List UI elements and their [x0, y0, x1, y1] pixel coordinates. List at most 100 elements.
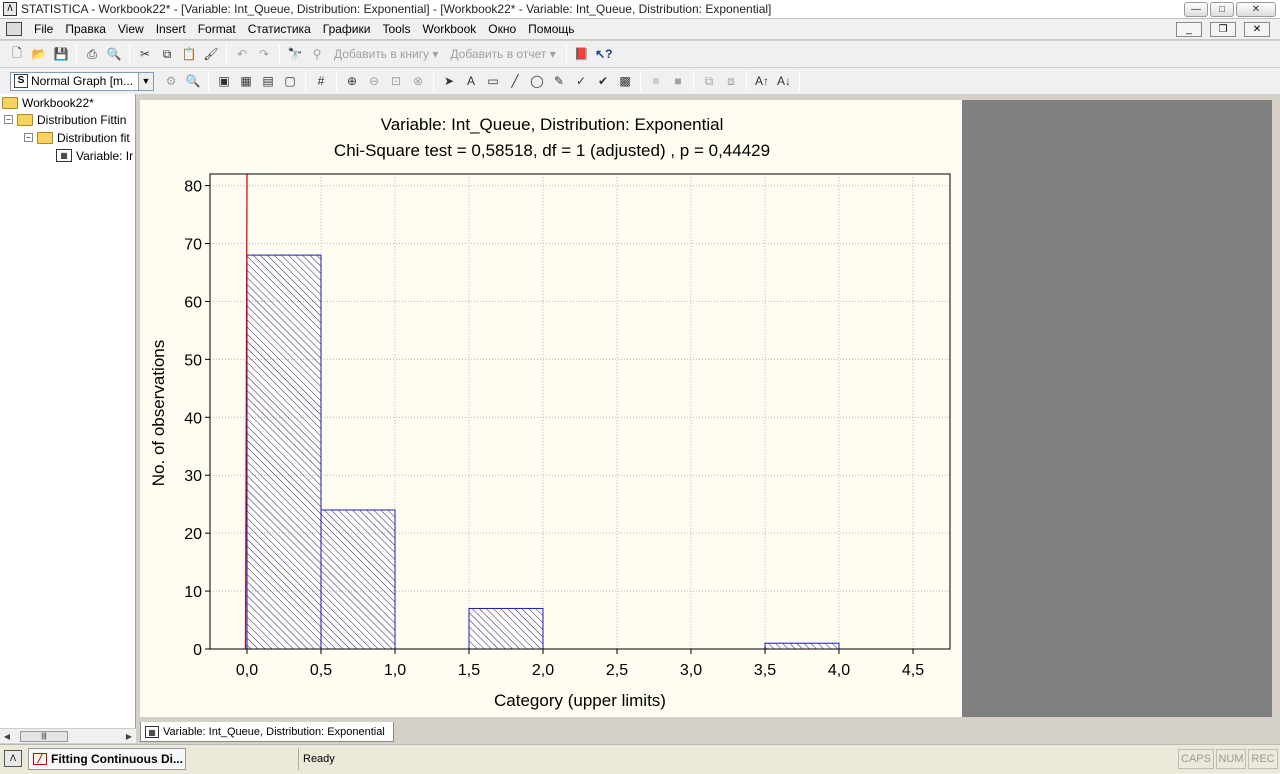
open-folder-icon[interactable]: 📂	[30, 45, 48, 63]
menu-workbook[interactable]: Workbook	[416, 19, 482, 39]
font-smaller-icon[interactable]: A↓	[775, 72, 793, 90]
line-style-icon[interactable]: ≡	[647, 72, 665, 90]
menu-format[interactable]: Format	[192, 19, 242, 39]
book-icon[interactable]: 📕	[573, 45, 591, 63]
tree-root[interactable]: Workbook22*	[2, 94, 94, 111]
y-tick-label: 50	[184, 352, 202, 369]
tree-item-label: Distribution fit	[57, 130, 130, 145]
grid-icon[interactable]: #	[312, 72, 330, 90]
maximize-button[interactable]: □	[1210, 1, 1234, 17]
add-to-workbook-button[interactable]: Добавить в книгу ▾	[334, 47, 438, 61]
document-icon[interactable]	[6, 22, 22, 36]
pointer-icon[interactable]: ➤	[440, 72, 458, 90]
menu-edit[interactable]: Правка	[59, 19, 112, 39]
menu-view[interactable]: View	[112, 19, 150, 39]
tree-item-distribution-fitting[interactable]: − Distribution Fittin	[4, 111, 126, 128]
tree-horizontal-scrollbar[interactable]: ◀ ||| ▶	[0, 728, 136, 743]
collapse-icon[interactable]: −	[24, 133, 33, 142]
scroll-thumb[interactable]: |||	[20, 730, 68, 742]
add-to-report-button[interactable]: Добавить в отчет ▾	[450, 47, 555, 61]
histogram-bar	[764, 642, 840, 650]
paste-icon[interactable]: 📋	[180, 45, 198, 63]
close-button[interactable]: ✕	[1236, 1, 1276, 17]
point-marker-icon[interactable]: ✓	[572, 72, 590, 90]
tree-item-distribution-fit[interactable]: − Distribution fit	[24, 129, 130, 146]
save-icon[interactable]: 💾	[52, 45, 70, 63]
check-tool-icon[interactable]: ✔	[594, 72, 612, 90]
menu-statistics[interactable]: Статистика	[242, 19, 317, 39]
undo-icon[interactable]: ↶	[233, 45, 251, 63]
rec-indicator: REC	[1248, 749, 1278, 769]
menu-help[interactable]: Помощь	[522, 19, 580, 39]
fill-style-icon[interactable]: ■	[669, 72, 687, 90]
copy-icon[interactable]: ⧉	[158, 45, 176, 63]
chart-subtitle: Chi-Square test = 0,58518, df = 1 (adjus…	[334, 141, 770, 160]
graph-toolbar: S Normal Graph [m... ▼ ⚙ 🔍 ▣ ▦ ▤ ▢ # ⊕ ⊖…	[0, 68, 1280, 95]
find-replace-icon[interactable]: ⚲	[308, 45, 326, 63]
tab-variable-int-queue[interactable]: ▦ Variable: Int_Queue, Distribution: Exp…	[140, 722, 394, 742]
brush-tool-icon[interactable]: ✎	[550, 72, 568, 90]
pan-icon[interactable]: ⊗	[409, 72, 427, 90]
zoom-in-icon[interactable]: ⊕	[343, 72, 361, 90]
menu-insert[interactable]: Insert	[150, 19, 192, 39]
print-icon[interactable]: ⎙	[83, 45, 101, 63]
menu-tools[interactable]: Tools	[376, 19, 416, 39]
text-tool-icon[interactable]: A	[462, 72, 480, 90]
x-axis-label: Category (upper limits)	[494, 691, 666, 710]
y-axis-label: No. of observations	[149, 340, 168, 486]
tree-item-variable[interactable]: ▦ Variable: Ir	[56, 147, 133, 164]
collapse-icon[interactable]: −	[4, 115, 13, 124]
zoom-tool-icon[interactable]: 🔍	[184, 72, 202, 90]
graph-tool-icon[interactable]: ⚙	[162, 72, 180, 90]
mdi-minimize-button[interactable]: _	[1176, 21, 1202, 37]
task-button-fitting[interactable]: ╱ Fitting Continuous Di...	[28, 748, 186, 770]
chevron-down-icon[interactable]: ▼	[138, 72, 153, 90]
title-bar: Λ STATISTICA - Workbook22* - [Variable: …	[0, 0, 1280, 19]
y-tick-label: 30	[184, 468, 202, 485]
scroll-left-icon[interactable]: ◀	[0, 732, 14, 741]
chart-line-icon: ╱	[33, 753, 47, 765]
cut-icon[interactable]: ✂	[136, 45, 154, 63]
workbook-tree: Workbook22* − Distribution Fittin − Dist…	[0, 94, 136, 728]
font-larger-icon[interactable]: A↑	[753, 72, 771, 90]
x-tick-label: 2,0	[532, 662, 554, 679]
context-help-icon[interactable]: ↖?	[595, 45, 613, 63]
graph-layout-icon[interactable]: ▤	[259, 72, 277, 90]
workspace-background	[962, 100, 1272, 717]
graph-type-icon: S	[14, 74, 28, 88]
find-icon[interactable]: 🔭	[286, 45, 304, 63]
redo-icon[interactable]: ↷	[255, 45, 273, 63]
draw-ellipse-icon[interactable]: ◯	[528, 72, 546, 90]
graph-window-icon[interactable]: ▢	[281, 72, 299, 90]
draw-rectangle-icon[interactable]: ▭	[484, 72, 502, 90]
window-title: STATISTICA - Workbook22* - [Variable: In…	[21, 2, 772, 16]
menu-window[interactable]: Окно	[482, 19, 522, 39]
graph-properties-icon[interactable]: ▣	[215, 72, 233, 90]
x-tick-label: 1,5	[458, 662, 480, 679]
mdi-restore-button[interactable]: ❐	[1210, 21, 1236, 37]
x-tick-label: 3,0	[680, 662, 702, 679]
graph-type-select[interactable]: S Normal Graph [m... ▼	[10, 71, 154, 91]
graph-options-icon[interactable]: ▦	[237, 72, 255, 90]
zoom-out-icon[interactable]: ⊖	[365, 72, 383, 90]
histogram-bar	[468, 607, 544, 650]
minimize-button[interactable]: —	[1184, 1, 1208, 17]
graph-type-value: Normal Graph [m...	[31, 74, 134, 88]
scroll-right-icon[interactable]: ▶	[122, 732, 136, 741]
statistica-icon[interactable]: Λ	[3, 2, 17, 16]
new-file-icon[interactable]: 🗋	[8, 45, 26, 63]
chart-title: Variable: Int_Queue, Distribution: Expon…	[381, 115, 724, 134]
send-back-icon[interactable]: ⧈	[722, 72, 740, 90]
format-painter-icon[interactable]: 🖌	[202, 45, 220, 63]
draw-line-icon[interactable]: ╱	[506, 72, 524, 90]
bring-front-icon[interactable]: ⧉	[700, 72, 718, 90]
zoom-reset-icon[interactable]: ⊡	[387, 72, 405, 90]
folder-icon	[37, 131, 53, 144]
menu-graphs[interactable]: Графики	[317, 19, 377, 39]
mdi-close-button[interactable]: ✕	[1244, 21, 1270, 37]
statistica-task-icon[interactable]: Λ	[4, 750, 22, 767]
camera-icon[interactable]: ▩	[616, 72, 634, 90]
menu-file[interactable]: File	[28, 19, 59, 39]
x-tick-label: 1,0	[384, 662, 406, 679]
print-preview-icon[interactable]: 🔍	[105, 45, 123, 63]
